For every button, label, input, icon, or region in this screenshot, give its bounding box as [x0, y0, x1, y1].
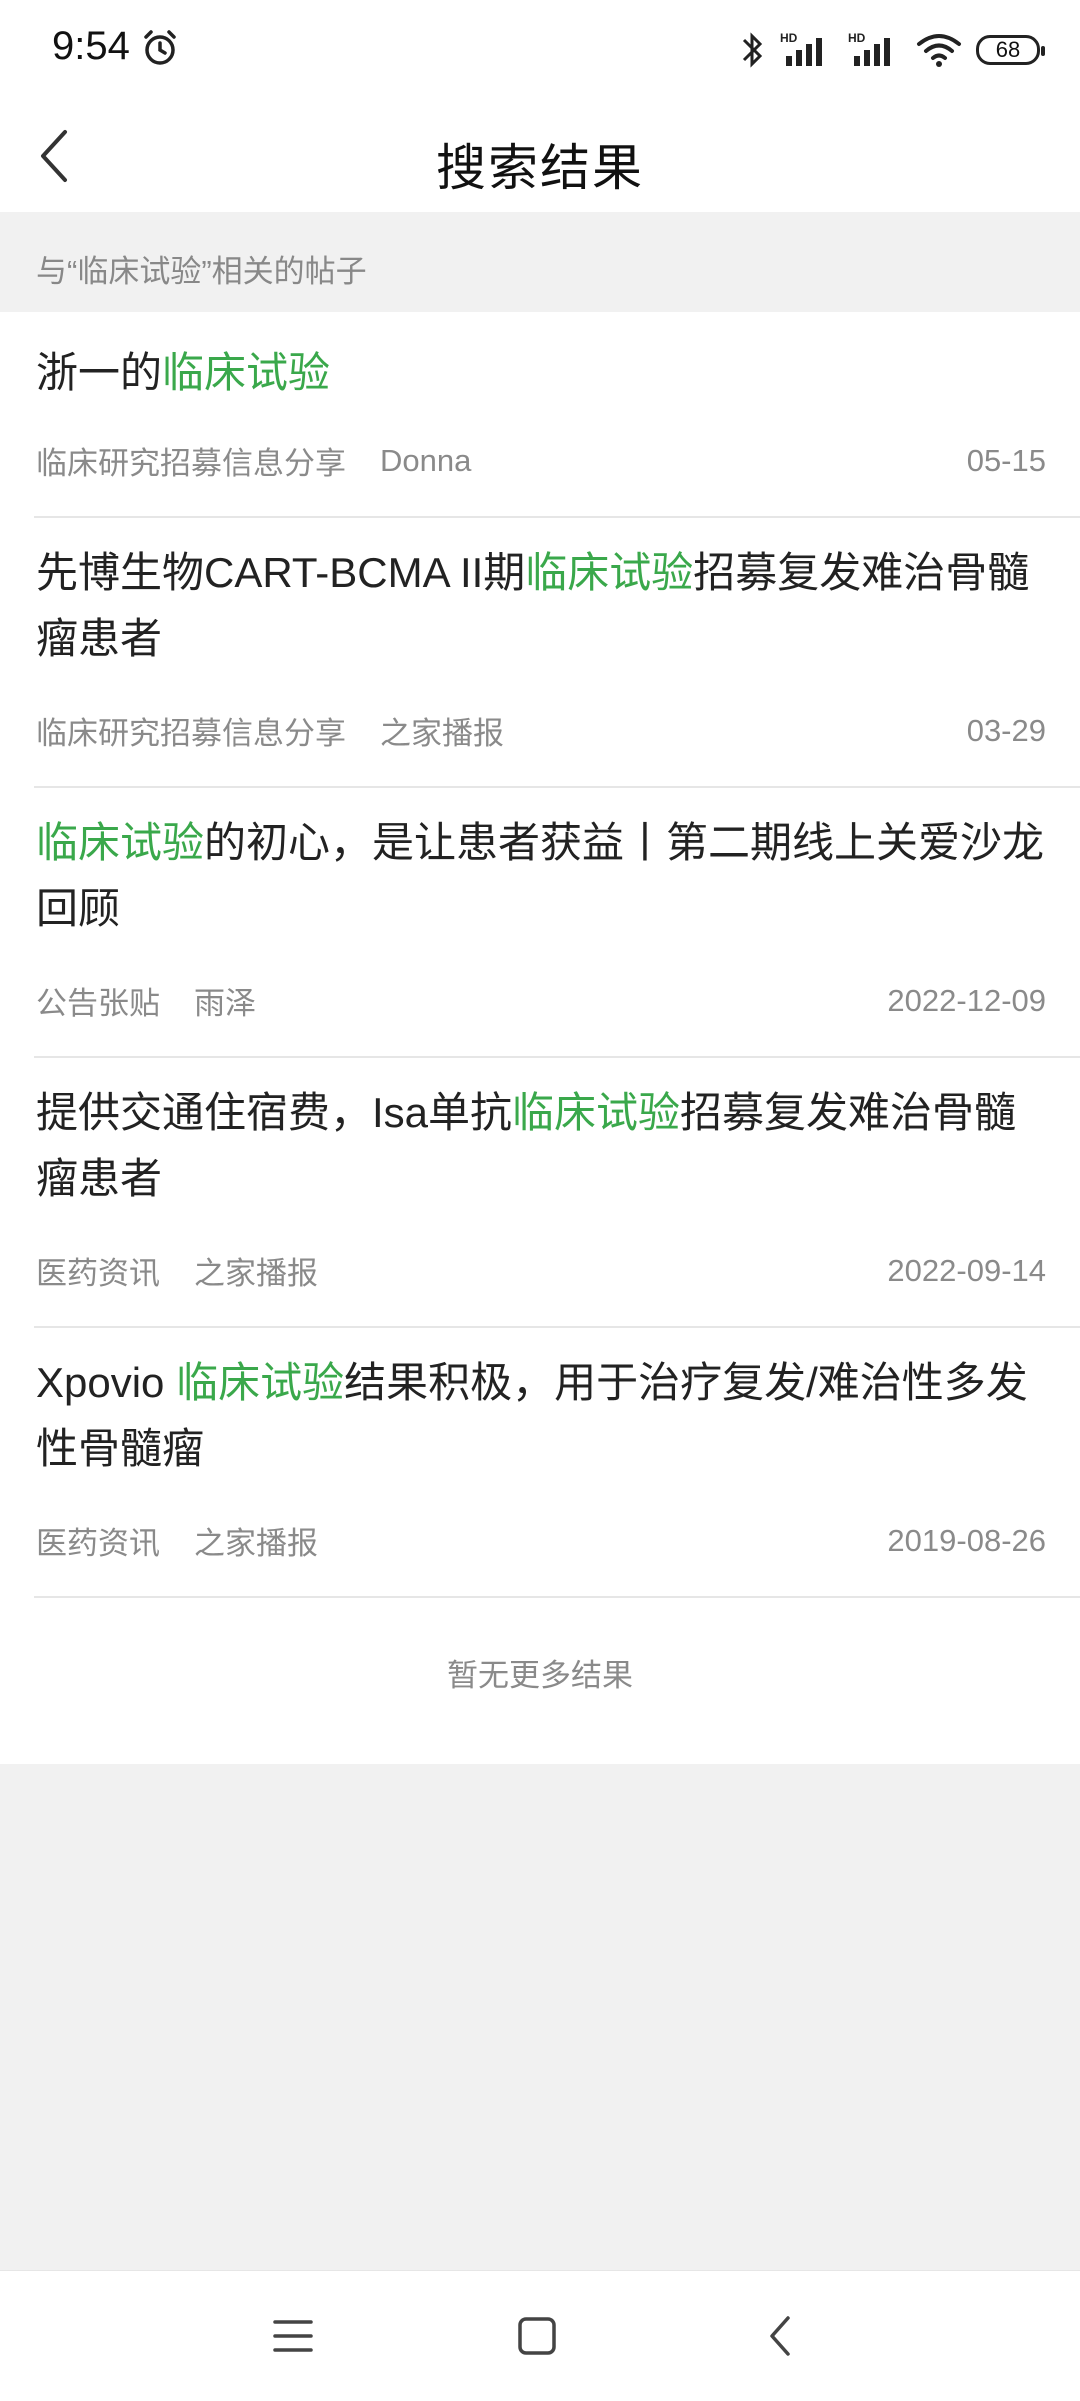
home-icon	[518, 2317, 556, 2355]
system-nav-bar	[0, 2270, 1080, 2401]
post-meta: 临床研究招募信息分享 Donna 05-15	[36, 438, 1046, 483]
post-title: 浙一的临床试验	[36, 349, 331, 396]
svg-text:HD: HD	[780, 31, 798, 45]
divider	[34, 1596, 1080, 1598]
alarm-icon	[144, 30, 176, 65]
list-item[interactable]: 提供交通住宿费，Isa单抗临床试验招募复发难治骨髓瘤患者 医药资讯 之家播报 2…	[0, 1058, 1080, 1328]
highlight-keyword: 临床试验	[176, 1359, 345, 1406]
list-item[interactable]: 浙一的临床试验 临床研究招募信息分享 Donna 05-15	[0, 312, 1080, 518]
back-icon	[770, 2316, 790, 2356]
post-category: 公告张贴	[36, 986, 160, 1021]
post-date: 03-29	[966, 712, 1046, 748]
post-author: Donna	[380, 442, 472, 478]
menu-button[interactable]	[256, 2299, 330, 2373]
post-category: 临床研究招募信息分享	[36, 446, 346, 481]
svg-text:HD: HD	[848, 31, 866, 45]
highlight-keyword: 临床试验	[525, 549, 694, 596]
post-title: 临床试验的初心，是让患者获益丨第二期线上关爱沙龙回顾	[36, 819, 1045, 932]
post-date: 05-15	[966, 442, 1046, 478]
post-author: 之家播报	[194, 1526, 318, 1561]
post-title: 先博生物CART-BCMA II期临床试验招募复发难治骨髓瘤患者	[36, 549, 1030, 662]
post-date: 2022-09-14	[887, 1252, 1046, 1288]
post-title: Xpovio 临床试验结果积极，用于治疗复发/难治性多发性骨髓瘤	[36, 1359, 1028, 1472]
section-header: 与“临床试验”相关的帖子	[0, 212, 1080, 312]
post-meta: 医药资讯 之家播报 2022-09-14	[36, 1248, 1046, 1293]
wifi-icon	[917, 34, 961, 67]
post-title: 提供交通住宿费，Isa单抗临床试验招募复发难治骨髓瘤患者	[36, 1089, 1017, 1202]
highlight-keyword: 临床试验	[162, 349, 331, 396]
list-item[interactable]: Xpovio 临床试验结果积极，用于治疗复发/难治性多发性骨髓瘤 医药资讯 之家…	[0, 1328, 1080, 1598]
list-item[interactable]: 先博生物CART-BCMA II期临床试验招募复发难治骨髓瘤患者 临床研究招募信…	[0, 518, 1080, 788]
post-author: 雨泽	[194, 986, 256, 1021]
bluetooth-icon	[742, 32, 763, 68]
post-category: 临床研究招募信息分享	[36, 716, 346, 751]
highlight-keyword: 临床试验	[512, 1089, 681, 1136]
nav-bar: 搜索结果	[0, 100, 1080, 212]
page-title: 搜索结果	[436, 140, 644, 196]
battery-icon: 68	[976, 35, 1045, 65]
post-date: 2019-08-26	[887, 1522, 1046, 1558]
section-header-text: 与“临床试验”相关的帖子	[36, 254, 367, 289]
menu-icon	[273, 2320, 313, 2352]
no-more-results: 暂无更多结果	[447, 1658, 633, 1693]
status-icons: HD HD 68	[740, 28, 1045, 72]
status-bar: 9:54 HD HD 68	[0, 0, 1080, 100]
post-meta: 医药资讯 之家播报 2019-08-26	[36, 1518, 1046, 1563]
post-meta: 公告张贴 雨泽 2022-12-09	[36, 978, 1046, 1023]
list-item[interactable]: 临床试验的初心，是让患者获益丨第二期线上关爱沙龙回顾 公告张贴 雨泽 2022-…	[0, 788, 1080, 1058]
system-back-button[interactable]	[744, 2299, 818, 2373]
battery-level: 68	[995, 37, 1021, 62]
status-time: 9:54	[52, 24, 130, 68]
results-list: 浙一的临床试验 临床研究招募信息分享 Donna 05-15 先博生物CART-…	[0, 312, 1080, 1764]
post-meta: 临床研究招募信息分享 之家播报 03-29	[36, 708, 1046, 753]
signal-hd-icon: HD	[848, 31, 890, 66]
post-author: 之家播报	[380, 716, 504, 751]
home-button[interactable]	[500, 2299, 574, 2373]
signal-hd-icon: HD	[780, 31, 822, 66]
post-author: 之家播报	[194, 1256, 318, 1291]
post-date: 2022-12-09	[887, 982, 1046, 1018]
highlight-keyword: 临床试验	[36, 819, 205, 866]
post-category: 医药资讯	[36, 1526, 160, 1561]
post-category: 医药资讯	[36, 1256, 160, 1291]
